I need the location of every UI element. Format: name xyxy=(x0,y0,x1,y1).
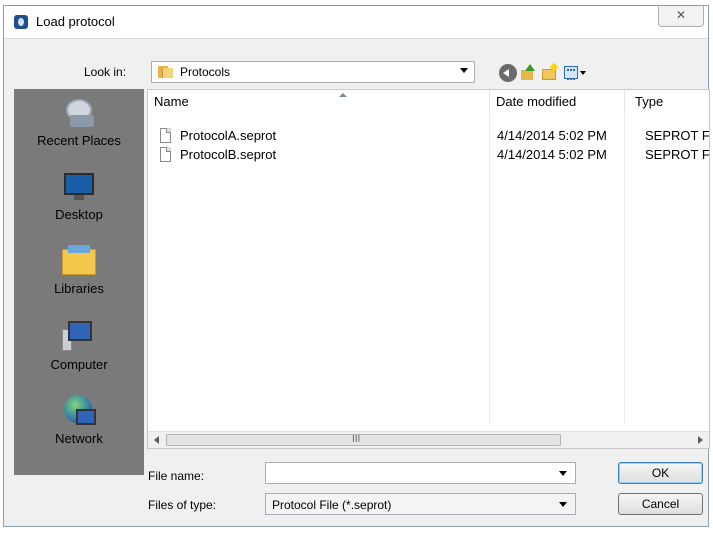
file-icon xyxy=(160,147,171,162)
scroll-left-icon[interactable] xyxy=(154,436,159,444)
place-computer[interactable]: Computer xyxy=(14,313,144,387)
place-recent-places[interactable]: Recent Places xyxy=(14,89,144,163)
place-label: Libraries xyxy=(54,281,104,296)
scroll-right-icon[interactable] xyxy=(698,436,703,444)
column-header-date-modified[interactable]: Date modified xyxy=(489,90,624,114)
window-title: Load protocol xyxy=(36,14,115,29)
file-type-cell: SEPROT F xyxy=(645,147,710,162)
cancel-button[interactable]: Cancel xyxy=(618,493,703,515)
folder-icon xyxy=(158,66,173,78)
file-type-label: Files of type: xyxy=(148,498,217,512)
place-label: Desktop xyxy=(55,207,103,222)
place-desktop[interactable]: Desktop xyxy=(14,163,144,237)
file-icon xyxy=(160,128,171,143)
column-name-label: Name xyxy=(154,94,189,109)
new-folder-icon[interactable] xyxy=(541,62,559,82)
file-row[interactable]: ProtocolA.seprot 4/14/2014 5:02 PM SEPRO… xyxy=(148,127,709,145)
look-in-label: Look in: xyxy=(84,65,127,79)
column-header-type[interactable]: Type xyxy=(624,90,709,114)
libraries-icon xyxy=(62,245,96,277)
file-name-cell: ProtocolB.seprot xyxy=(180,147,277,162)
sort-ascending-icon xyxy=(339,93,347,97)
horizontal-scrollbar[interactable]: III xyxy=(148,431,709,448)
place-label: Recent Places xyxy=(37,133,121,148)
chevron-down-icon[interactable] xyxy=(559,471,567,476)
column-header-name[interactable]: Name xyxy=(154,90,488,114)
chevron-down-icon xyxy=(460,68,468,73)
place-label: Computer xyxy=(50,357,108,372)
close-icon: ✕ xyxy=(675,8,687,22)
column-date-label: Date modified xyxy=(496,94,577,109)
look-in-dropdown[interactable]: Protocols xyxy=(151,61,475,83)
close-button[interactable]: ✕ xyxy=(658,6,704,27)
place-label: Network xyxy=(55,431,103,446)
ok-button[interactable]: OK xyxy=(618,462,703,484)
chevron-down-icon xyxy=(559,502,567,507)
app-icon xyxy=(14,15,28,29)
look-in-value: Protocols xyxy=(180,65,231,79)
column-header-row: Name Date modified Type xyxy=(148,90,709,114)
scrollbar-thumb[interactable]: III xyxy=(166,434,561,446)
file-type-value: Protocol File (*.seprot) xyxy=(272,498,392,512)
place-network[interactable]: Network xyxy=(14,387,144,461)
load-protocol-dialog: Load protocol ✕ Look in: Protocols Recen… xyxy=(3,5,710,527)
recent-places-icon xyxy=(62,97,96,129)
places-bar: Recent Places Desktop Libraries Computer… xyxy=(14,89,144,475)
scrollbar-grip: III xyxy=(352,434,361,445)
file-name-input[interactable] xyxy=(265,462,576,484)
file-type-cell: SEPROT F xyxy=(645,128,710,143)
view-menu-icon[interactable] xyxy=(564,64,586,82)
place-libraries[interactable]: Libraries xyxy=(14,237,144,311)
file-name-label: File name: xyxy=(148,469,205,483)
computer-icon xyxy=(62,321,96,353)
desktop-icon xyxy=(62,171,96,203)
file-list[interactable]: Name Date modified Type ProtocolA.seprot… xyxy=(147,89,710,449)
network-icon xyxy=(62,395,96,427)
column-type-label: Type xyxy=(635,94,664,109)
file-date-cell: 4/14/2014 5:02 PM xyxy=(497,128,607,143)
file-row[interactable]: ProtocolB.seprot 4/14/2014 5:02 PM SEPRO… xyxy=(148,146,709,164)
file-name-cell: ProtocolA.seprot xyxy=(180,128,277,143)
back-icon[interactable] xyxy=(499,64,517,82)
up-folder-icon[interactable] xyxy=(519,64,537,82)
title-bar[interactable]: Load protocol ✕ xyxy=(4,6,708,39)
file-type-select[interactable]: Protocol File (*.seprot) xyxy=(265,493,576,515)
file-date-cell: 4/14/2014 5:02 PM xyxy=(497,147,607,162)
